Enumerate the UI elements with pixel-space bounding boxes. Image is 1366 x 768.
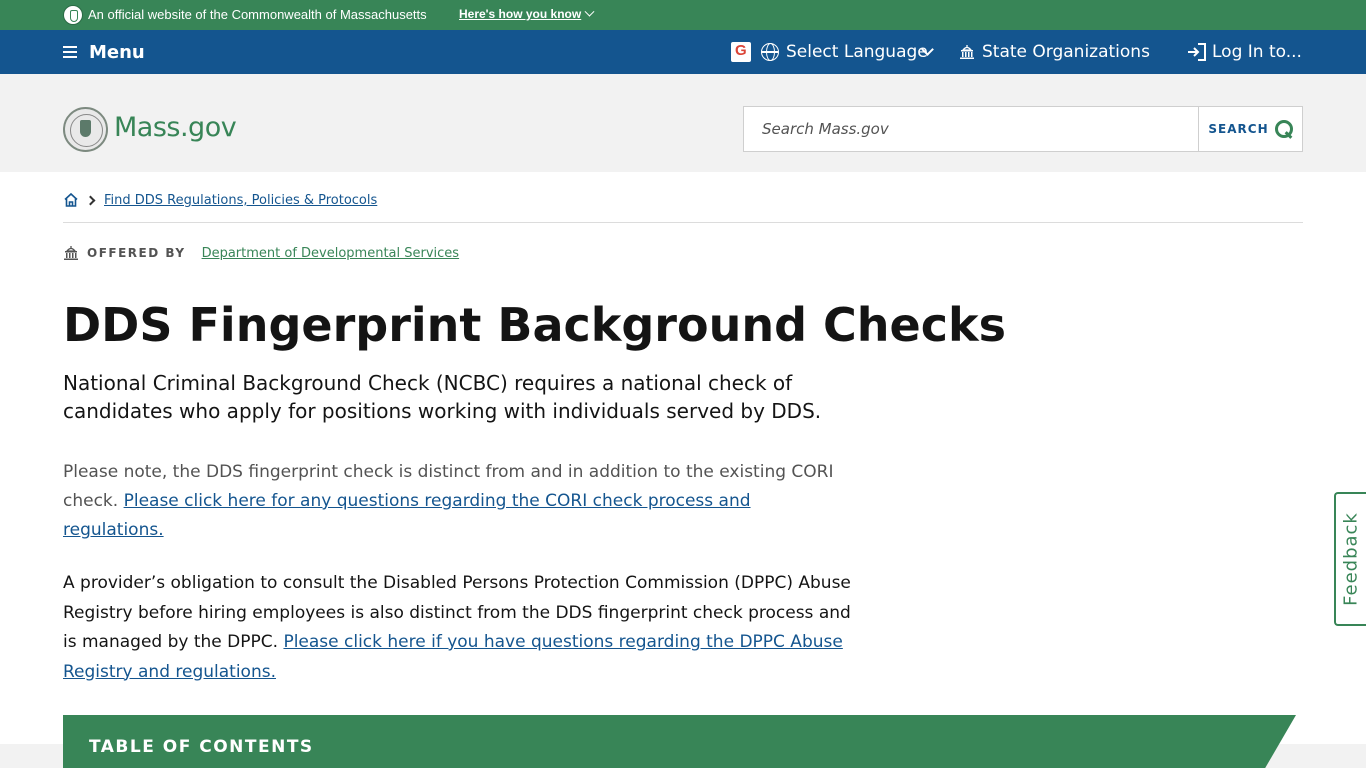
page-lead: National Criminal Background Check (NCBC… [63, 371, 822, 423]
dppc-paragraph: A provider’s obligation to consult the D… [63, 569, 863, 687]
utility-nav: Menu Select Language State Organizations… [0, 30, 1366, 74]
feedback-button[interactable]: Feedback [1334, 492, 1366, 626]
search-button-label: SEARCH [1208, 122, 1269, 136]
official-banner: An official website of the Commonwealth … [0, 0, 1366, 30]
login-icon [1188, 43, 1206, 61]
offered-by-label: OFFERED BY [87, 246, 186, 260]
how-you-know-label: Here's how you know [459, 7, 582, 21]
site-logo-text[interactable]: Mass.gov [114, 112, 237, 143]
state-seal-icon [63, 5, 83, 25]
how-you-know-toggle[interactable]: Here's how you know [459, 6, 595, 21]
home-icon[interactable] [63, 192, 79, 208]
login-menu[interactable]: Log In to... [1212, 42, 1302, 62]
feedback-label: Feedback [1340, 512, 1362, 606]
search-field[interactable] [743, 106, 1199, 152]
capitol-building-icon [960, 45, 974, 59]
toc-label: TABLE OF CONTENTS [89, 737, 314, 757]
mass-seal-logo[interactable] [63, 107, 108, 152]
chevron-right-icon [85, 195, 96, 205]
hamburger-icon [63, 46, 77, 58]
offered-by: OFFERED BY Department of Developmental S… [63, 245, 459, 261]
cori-paragraph: Please note, the DDS fingerprint check i… [63, 458, 853, 545]
divider [63, 222, 1303, 223]
page-title: DDS Fingerprint Background Checks [63, 298, 1006, 352]
google-translate-icon [731, 42, 751, 62]
chevron-down-icon [584, 6, 595, 17]
menu-label: Menu [89, 41, 145, 63]
cori-link[interactable]: Please click here for any questions rega… [63, 491, 751, 540]
breadcrumb-link[interactable]: Find DDS Regulations, Policies & Protoco… [104, 193, 377, 208]
state-organizations-link[interactable]: State Organizations [982, 42, 1150, 62]
building-icon [64, 246, 78, 260]
search-input[interactable] [744, 107, 1198, 151]
offered-by-org-link[interactable]: Department of Developmental Services [202, 246, 460, 261]
globe-icon [761, 43, 779, 61]
search-icon [1274, 120, 1293, 138]
site-header: Mass.gov SEARCH [0, 74, 1366, 172]
search-button[interactable]: SEARCH [1198, 106, 1303, 152]
language-select[interactable]: Select Language [786, 42, 928, 62]
breadcrumb: Find DDS Regulations, Policies & Protoco… [63, 190, 377, 210]
official-banner-text: An official website of the Commonwealth … [88, 7, 427, 22]
table-of-contents[interactable]: TABLE OF CONTENTS [63, 715, 1296, 768]
menu-button[interactable]: Menu [63, 40, 145, 64]
